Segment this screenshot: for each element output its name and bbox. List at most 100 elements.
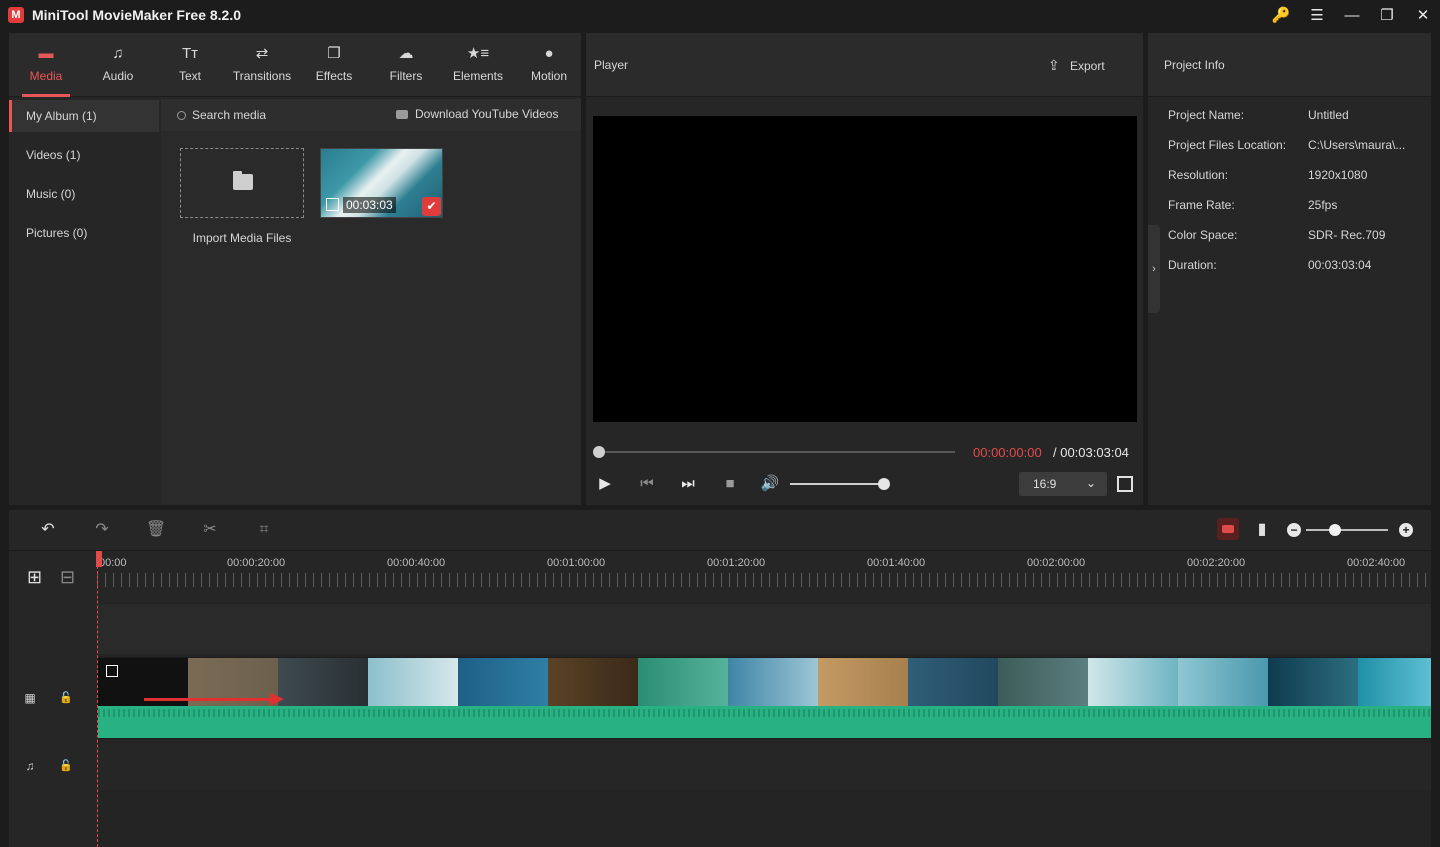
zoom-slider[interactable] [1306,529,1388,531]
lock-icon[interactable]: 🔓 [59,691,73,705]
tab-audio[interactable]: ♫ Audio [84,33,152,97]
redo-button[interactable]: ↷ [91,520,113,540]
zoom-in-button[interactable]: + [1399,523,1413,537]
collapse-panel-button[interactable]: › [1148,225,1160,313]
tab-label: Text [178,69,201,83]
empty-track[interactable] [97,604,1431,654]
media-icon: ▬ [38,45,54,62]
ruler-label: 00:01:40:00 [867,557,926,569]
delete-button[interactable]: 🗑 [145,520,167,540]
minimize-button[interactable]: — [1339,4,1365,28]
volume-slider[interactable] [790,483,884,485]
tab-media[interactable]: ▬ Media [12,33,80,97]
album-item-pictures[interactable]: Pictures (0) [9,217,159,249]
menu-button[interactable]: ☰ [1304,4,1330,28]
tab-label: Transitions [232,69,292,83]
youtube-label: Download YouTube Videos [415,107,559,121]
tab-motion[interactable]: ● Motion [515,33,583,97]
video-preview [593,116,1137,422]
playhead-handle[interactable] [96,551,102,567]
project-location-value: C:\Users\maura\... [1308,138,1406,152]
split-marker-icon[interactable] [1217,518,1239,540]
ruler-label: 00:00:20:00 [227,557,286,569]
tab-label: Audio [102,69,134,83]
import-media-label: Import Media Files [192,231,292,245]
zoom-out-button[interactable]: − [1287,523,1301,537]
search-icon [177,111,186,120]
ruler-label: 00:02:40:00 [1347,557,1406,569]
undo-button[interactable]: ↶ [37,520,59,540]
current-time: 00:00:00:00 [973,445,1042,460]
resolution-key: Resolution: [1168,168,1229,182]
tab-label: Media [29,69,63,83]
previous-frame-button[interactable]: ⏮ [637,475,657,493]
tab-transitions[interactable]: ⇄ Transitions [228,33,296,97]
swap-arrows-icon: ⇄ [255,45,269,62]
album-item-my-album[interactable]: My Album (1) [9,100,159,132]
album-item-music[interactable]: Music (0) [9,178,159,210]
cut-button[interactable]: ✂ [199,520,221,540]
video-clip-filmstrip[interactable] [98,658,1431,706]
music-note-icon: ♫ [112,45,124,62]
ruler-label: 00:02:00:00 [1027,557,1086,569]
crop-button[interactable]: ⌗ [253,520,275,540]
volume-slider-knob[interactable] [878,478,890,490]
tab-text[interactable]: Tт Text [156,33,224,97]
tab-label: Filters [389,69,423,83]
export-button[interactable]: ⇪ Export [1048,55,1105,75]
search-label: Search media [192,108,267,122]
stop-button[interactable]: ■ [720,475,740,493]
duration-key: Duration: [1168,258,1217,272]
volume-icon[interactable]: 🔊 [760,475,780,493]
album-item-videos[interactable]: Videos (1) [9,139,159,171]
tab-label: Motion [530,69,568,83]
ruler-label: 00:01:00:00 [547,557,606,569]
film-icon [326,198,339,211]
lock-icon[interactable]: 🔓 [59,759,73,773]
remove-track-icon[interactable]: ⊟ [60,567,75,588]
ruler-label: 00:01:20:00 [707,557,766,569]
chevron-down-icon: ⌄ [1086,476,1097,490]
export-label: Export [1070,59,1105,73]
film-icon [106,665,118,677]
duration-value: 00:03:03:04 [1308,258,1372,272]
checkmark-icon[interactable]: ✔ [422,197,441,216]
next-frame-button[interactable]: ⏭ [678,475,698,493]
add-track-icon[interactable]: ⊞ [27,567,42,588]
search-media-button[interactable]: Search media [177,108,266,122]
close-button[interactable]: ✕ [1410,4,1436,28]
text-icon: Tт [181,45,199,62]
video-track-icon: ▦ [24,691,36,705]
red-arrow-annotation [144,693,284,706]
playback-progress-knob[interactable] [593,446,605,458]
ruler-label: 00:00 [99,557,127,569]
restore-button[interactable]: ❐ [1374,4,1400,28]
color-space-key: Color Space: [1168,228,1238,242]
ruler-ticks [97,573,1431,587]
audio-track[interactable] [97,744,1431,790]
player-title: Player [594,58,629,72]
key-icon[interactable]: 🔑 [1268,4,1294,28]
playback-progress-bar[interactable] [597,451,955,453]
project-location-key: Project Files Location: [1168,138,1287,152]
motion-icon: ● [544,45,554,62]
play-button[interactable]: ▶ [595,475,615,493]
fullscreen-icon[interactable] [1117,476,1133,492]
filters-icon: ☁ [398,45,414,62]
audio-waveform [98,706,1431,738]
tab-effects[interactable]: ❐ Effects [300,33,368,97]
tab-label: Effects [315,69,353,83]
ruler-label: 00:00:40:00 [387,557,446,569]
app-title: MiniTool MovieMaker Free 8.2.0 [32,7,242,23]
zoom-slider-knob[interactable] [1329,524,1341,536]
tab-filters[interactable]: ☁ Filters [372,33,440,97]
audio-track-icon: ♫ [25,759,35,773]
tool-tabs: ▬ Media ♫ Audio Tт Text ⇄ Transitions ❐ … [9,33,581,97]
tab-elements[interactable]: ★≡ Elements [444,33,512,97]
project-info-title: Project Info [1164,58,1225,72]
playhead[interactable] [97,551,98,847]
folder-icon [233,171,253,190]
snap-icon[interactable]: ▮ [1251,520,1273,540]
total-time: / 00:03:03:04 [1053,445,1129,460]
download-youtube-button[interactable]: Download YouTube Videos [396,107,558,121]
